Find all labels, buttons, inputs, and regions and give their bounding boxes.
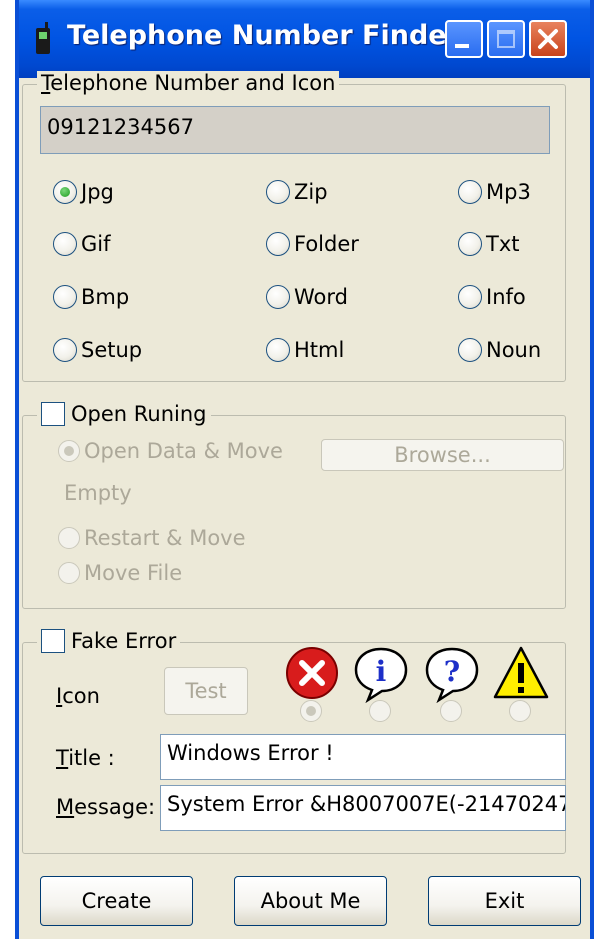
radio-word[interactable]: Word — [266, 285, 348, 309]
radio-gif-dot[interactable] — [53, 232, 77, 256]
error-icon — [286, 647, 338, 699]
fake-error-label: Fake Error — [71, 629, 177, 653]
radio-folder[interactable]: Folder — [266, 232, 359, 256]
radio-icon-info[interactable] — [369, 700, 391, 722]
radio-open-data-move-dot[interactable] — [58, 440, 80, 462]
radio-txt[interactable]: Txt — [458, 232, 520, 256]
fake-error-legend[interactable]: Fake Error — [37, 629, 181, 653]
radio-jpg-label: Jpg — [81, 180, 114, 204]
radio-gif-label: Gif — [81, 232, 111, 256]
radio-html[interactable]: Html — [266, 338, 344, 362]
title-bar[interactable]: Telephone Number Finder — [19, 0, 590, 78]
radio-mp3[interactable]: Mp3 — [458, 180, 531, 204]
radio-move-file-dot[interactable] — [58, 562, 80, 584]
radio-move-file-label: Move File — [84, 561, 183, 585]
maximize-button[interactable] — [487, 20, 525, 58]
radio-info-dot[interactable] — [458, 285, 482, 309]
radio-mp3-dot[interactable] — [458, 180, 482, 204]
radio-word-label: Word — [294, 285, 348, 309]
radio-move-file[interactable]: Move File — [58, 561, 182, 585]
radio-folder-dot[interactable] — [266, 232, 290, 256]
radio-setup-dot[interactable] — [53, 338, 77, 362]
radio-icon-warning-dot[interactable] — [509, 700, 531, 722]
test-button[interactable]: Test — [164, 667, 248, 715]
window-title: Telephone Number Finder — [67, 20, 460, 51]
radio-noun-dot[interactable] — [458, 338, 482, 362]
radio-zip-dot[interactable] — [266, 180, 290, 204]
radio-icon-error[interactable] — [300, 700, 322, 722]
exit-button[interactable]: Exit — [428, 876, 581, 926]
radio-txt-label: Txt — [486, 232, 520, 256]
warning-icon — [493, 646, 549, 699]
radio-txt-dot[interactable] — [458, 232, 482, 256]
radio-setup-label: Setup — [81, 338, 143, 362]
radio-zip[interactable]: Zip — [266, 180, 328, 204]
phone-icon — [36, 22, 50, 54]
fake-error-checkbox[interactable] — [41, 629, 65, 653]
close-button[interactable] — [529, 20, 567, 58]
open-runing-label: Open Runing — [71, 402, 207, 426]
radio-info-label: Info — [486, 285, 526, 309]
error-title-input[interactable]: Windows Error ! — [160, 734, 566, 780]
maximize-icon — [497, 30, 515, 48]
radio-jpg-dot[interactable] — [53, 180, 77, 204]
radio-icon-info-dot[interactable] — [369, 700, 391, 722]
title-label: Title : — [56, 746, 115, 770]
about-me-button[interactable]: About Me — [234, 876, 387, 926]
browse-button[interactable]: Browse... — [321, 439, 564, 471]
radio-icon-warning[interactable] — [509, 700, 531, 722]
radio-noun-label: Noun — [486, 338, 542, 362]
icon-label: Icon — [56, 684, 100, 708]
radio-bmp[interactable]: Bmp — [53, 285, 129, 309]
close-icon — [538, 29, 558, 49]
open-runing-checkbox[interactable] — [41, 402, 65, 426]
radio-restart-move-label: Restart & Move — [84, 526, 246, 550]
radio-icon-question-dot[interactable] — [440, 700, 462, 722]
error-message-input[interactable]: System Error &H8007007E(-21470247 — [160, 785, 566, 831]
empty-label: Empty — [64, 481, 132, 505]
create-button[interactable]: Create — [40, 876, 193, 926]
radio-open-data-move[interactable]: Open Data & Move — [58, 439, 283, 463]
svg-text:?: ? — [444, 655, 460, 688]
phone-number-field[interactable]: 09121234567 — [40, 106, 550, 154]
radio-mp3-label: Mp3 — [486, 180, 531, 204]
radio-noun[interactable]: Noun — [458, 338, 541, 362]
radio-html-dot[interactable] — [266, 338, 290, 362]
phone-group-legend: Telephone Number and Icon — [37, 71, 340, 95]
radio-open-data-move-label: Open Data & Move — [84, 439, 283, 463]
radio-word-dot[interactable] — [266, 285, 290, 309]
radio-restart-move-dot[interactable] — [58, 527, 80, 549]
radio-icon-error-dot[interactable] — [300, 700, 322, 722]
radio-restart-move[interactable]: Restart & Move — [58, 526, 246, 550]
svg-text:i: i — [376, 655, 387, 688]
radio-gif[interactable]: Gif — [53, 232, 111, 256]
radio-html-label: Html — [294, 338, 345, 362]
radio-bmp-dot[interactable] — [53, 285, 77, 309]
radio-info[interactable]: Info — [458, 285, 526, 309]
minimize-icon — [455, 44, 469, 48]
open-runing-legend[interactable]: Open Runing — [37, 402, 211, 426]
info-icon: i — [354, 647, 408, 703]
radio-icon-question[interactable] — [440, 700, 462, 722]
radio-zip-label: Zip — [294, 180, 328, 204]
minimize-button[interactable] — [445, 20, 483, 58]
radio-setup[interactable]: Setup — [53, 338, 142, 362]
radio-folder-label: Folder — [294, 232, 359, 256]
radio-jpg[interactable]: Jpg — [53, 180, 114, 204]
radio-bmp-label: Bmp — [81, 285, 130, 309]
question-icon: ? — [425, 647, 479, 703]
message-label: Message: — [56, 795, 156, 819]
